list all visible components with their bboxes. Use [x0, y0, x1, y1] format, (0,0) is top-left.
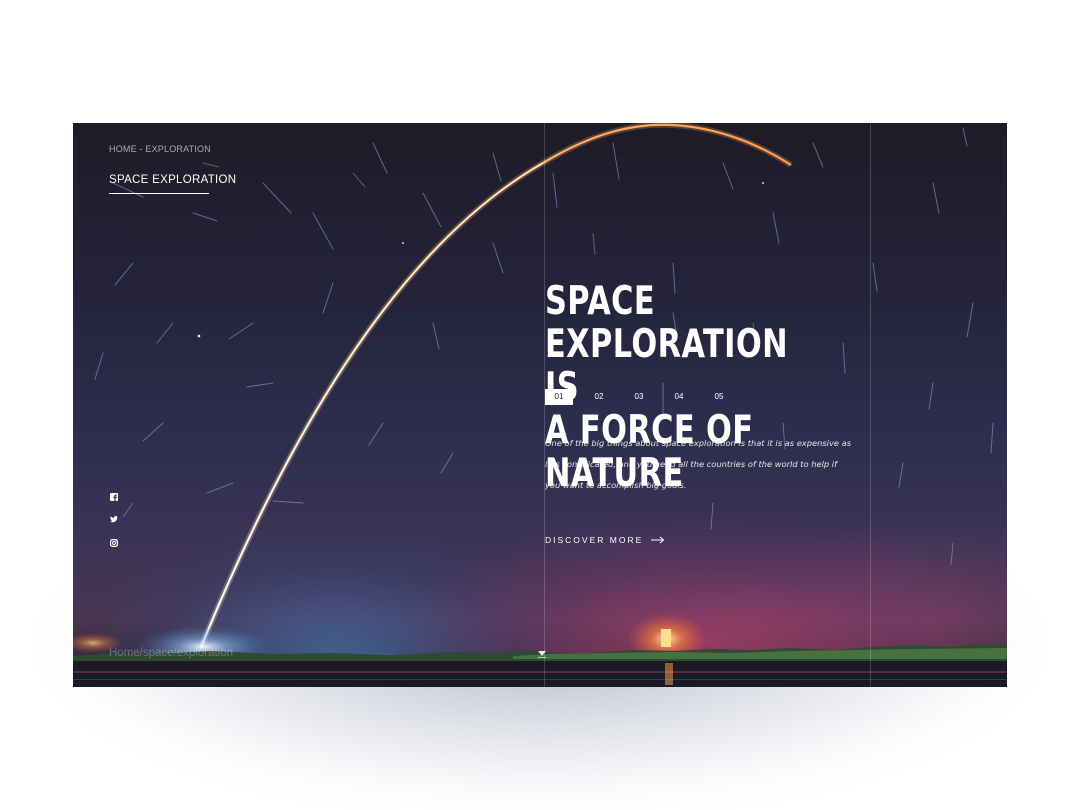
- page-title: SPACE EXPLORATION: [109, 174, 237, 186]
- twitter-icon: [110, 516, 118, 523]
- instagram-button[interactable]: [110, 539, 118, 547]
- description-line-2: it is complicated, and you need all the …: [545, 458, 838, 469]
- slide-pager: 01 02 03 04 05: [545, 389, 745, 405]
- breadcrumb[interactable]: HOME - EXPLORATION: [109, 144, 211, 154]
- footer-breadcrumb[interactable]: Home/space/exploration: [109, 647, 233, 659]
- title-underline: [109, 193, 209, 194]
- pager-item-03[interactable]: 03: [625, 389, 653, 405]
- facebook-button[interactable]: [110, 493, 118, 501]
- facebook-icon: [110, 493, 118, 501]
- hero-background-image: [73, 123, 1007, 687]
- instagram-icon: [110, 539, 118, 547]
- hero-description: One of the big things about space explor…: [545, 433, 852, 495]
- pager-item-04[interactable]: 04: [665, 389, 693, 405]
- pager-item-01[interactable]: 01: [545, 389, 573, 405]
- description-line-3: you want to accomplish big goals.: [545, 479, 687, 490]
- pager-item-05[interactable]: 05: [705, 389, 733, 405]
- discover-more-button[interactable]: DISCOVER MORE: [545, 535, 665, 545]
- discover-more-label: DISCOVER MORE: [545, 535, 644, 545]
- arrow-right-icon: [651, 536, 665, 544]
- twitter-button[interactable]: [110, 516, 118, 523]
- description-line-1: One of the big things about space explor…: [545, 438, 852, 448]
- pager-item-02[interactable]: 02: [585, 389, 613, 405]
- scroll-down-icon[interactable]: [537, 649, 547, 659]
- grid-line: [870, 123, 871, 687]
- hero-card: HOME - EXPLORATION SPACE EXPLORATION SPA…: [73, 123, 1007, 687]
